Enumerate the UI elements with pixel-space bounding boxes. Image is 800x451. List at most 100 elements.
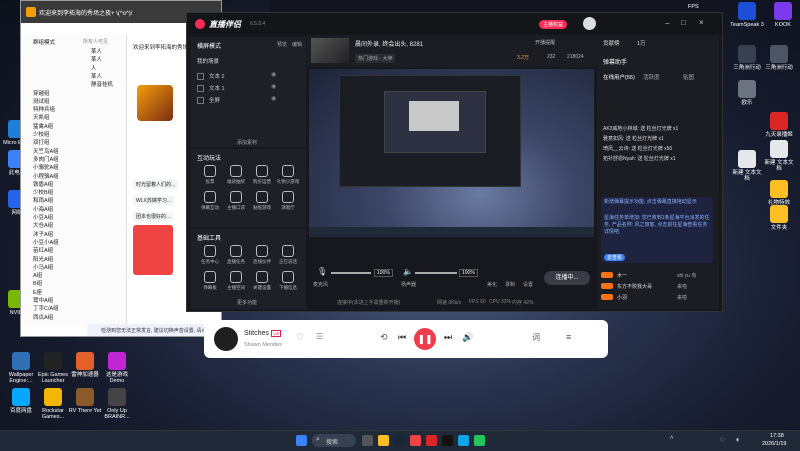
danmu-user-row[interactable]: 木一 shi yu 有	[601, 271, 713, 281]
microphone-icon[interactable]: 🎙	[317, 267, 327, 276]
speaker-icon[interactable]: 🔈	[403, 267, 413, 276]
scene-mode[interactable]: 横屏模式	[197, 41, 221, 50]
scene-item-checkbox[interactable]	[197, 97, 204, 104]
scene-item-checkbox[interactable]	[197, 85, 204, 92]
danmu-user-row[interactable]: 东方不败我大哥 来啦	[601, 282, 713, 292]
member-row[interactable]: 穿越组	[33, 89, 123, 97]
desktop-icon[interactable]: 三角洲行动	[762, 45, 796, 71]
tool-button[interactable]: 购买运营	[249, 163, 275, 187]
stream-preview[interactable]	[309, 69, 594, 237]
member-row[interactable]: 少校B组	[33, 188, 123, 196]
playlist-icon[interactable]: ≡	[566, 332, 571, 342]
scene-item-checkbox[interactable]	[197, 73, 204, 80]
avatar[interactable]	[583, 17, 596, 30]
member-row[interactable]: 测试组	[33, 97, 123, 105]
tool-button[interactable]: 投票	[197, 163, 223, 187]
record-button[interactable]: 录制	[505, 281, 515, 288]
tool-button[interactable]: 直播任务	[223, 243, 249, 267]
start-reminder[interactable]: 开播提醒	[535, 39, 555, 46]
desktop-icon[interactable]: TeamSpeak 3	[730, 2, 764, 28]
member-list[interactable]: 群组模式 所有人可见 某人 某人人某人 静音挂机 穿越组 测试组 特种兵组 天凯组 猛禽A组少…	[21, 35, 127, 325]
user-badge[interactable]: 主播权益	[539, 20, 568, 29]
member-list-mode[interactable]: 群组模式	[33, 38, 55, 46]
steam-icon[interactable]	[394, 435, 405, 446]
desktop-icon[interactable]: 百度网盘	[4, 388, 38, 414]
member-row[interactable]: 双打组	[33, 138, 123, 146]
member-row[interactable]: 沐子A组	[33, 230, 123, 238]
member-row[interactable]: 小海A组	[33, 205, 123, 213]
desktop-icon[interactable]: 礼物特效	[762, 180, 796, 206]
desktop-icon[interactable]: 文件夹	[762, 205, 796, 231]
member-row[interactable]: 特种兵组	[33, 105, 123, 113]
comment-icon[interactable]: ☰	[316, 332, 323, 341]
stream-tag[interactable]: 热门游戏 - 大神	[355, 54, 396, 63]
visibility-icon[interactable]: ◉	[271, 71, 276, 78]
scene-tab-edit[interactable]: 编辑	[292, 41, 302, 48]
scene-item[interactable]: 全屏 ◉	[195, 95, 291, 105]
go-live-button[interactable]: 连播中...	[544, 271, 590, 285]
maximize-icon[interactable]: □	[681, 18, 686, 27]
netease-music-icon[interactable]	[426, 435, 437, 446]
wechat-icon[interactable]	[474, 435, 485, 446]
scene-item[interactable]: 文本 2 ◉	[195, 71, 291, 81]
tool-button[interactable]: 关键设置	[249, 269, 275, 293]
member-row[interactable]: 和雨A组	[33, 196, 123, 204]
member-row[interactable]: 苗红A组	[33, 246, 123, 254]
speaker-volume-slider[interactable]	[415, 272, 457, 274]
member-row[interactable]: 鹭中A组	[33, 296, 123, 304]
settings-button[interactable]: 设置	[523, 281, 533, 288]
taskview-icon[interactable]	[362, 435, 373, 446]
like-icon[interactable]: ♡	[296, 332, 304, 343]
minimize-icon[interactable]: −	[665, 19, 670, 28]
desktop-icon[interactable]: 三角洲行动	[730, 45, 764, 71]
more-tools-button[interactable]: 更多功能	[237, 299, 257, 306]
next-icon[interactable]: ⏭	[444, 332, 452, 343]
qq-icon[interactable]	[458, 435, 469, 446]
member-row[interactable]: 小豆小A组	[33, 238, 123, 246]
danmu-user-row[interactable]: 小羽 来啦	[601, 293, 713, 303]
beauty-button[interactable]: 美化	[487, 281, 497, 288]
member-row[interactable]: A组	[33, 271, 123, 279]
desktop-icon[interactable]: Rockstar Games...	[36, 388, 70, 420]
visibility-icon[interactable]: ◉	[271, 95, 276, 102]
desktop-icon[interactable]: RV There Yet	[68, 388, 102, 414]
member-row[interactable]: 铁盾A组	[33, 180, 123, 188]
desktop-icon[interactable]: 新建 文本文档	[762, 140, 796, 172]
clock-time[interactable]: 17:38	[770, 433, 784, 439]
member-row[interactable]: 天凯组	[33, 113, 123, 121]
member-row[interactable]: 某人	[91, 55, 126, 63]
member-row[interactable]: 小豆A组	[33, 213, 123, 221]
tool-button[interactable]: 礼物小游戏	[275, 163, 301, 187]
tool-button[interactable]: 演唱厅	[275, 189, 301, 213]
tool-button[interactable]: 连线伙伴	[249, 243, 275, 267]
desktop-icon[interactable]: 九天录播姬	[762, 112, 796, 138]
tool-button[interactable]: 下播信息	[275, 269, 301, 293]
member-row[interactable]: 某人	[91, 47, 126, 55]
stream-title[interactable]: 晨间外录, 终会出头, 8281	[355, 39, 423, 48]
member-row[interactable]: 西瓜A组	[33, 313, 123, 321]
tool-button[interactable]: 贴纸游戏	[249, 189, 275, 213]
stream-cover[interactable]	[311, 38, 349, 63]
member-row[interactable]: 大仓A组	[33, 221, 123, 229]
tool-button[interactable]: 任务中心	[197, 243, 223, 267]
explorer-icon[interactable]	[378, 435, 389, 446]
pause-button[interactable]: ❚❚	[414, 328, 436, 350]
member-row[interactable]: 猛禽A组	[33, 122, 123, 130]
tray-volume-icon[interactable]: ◖	[735, 435, 740, 444]
desktop-icon[interactable]: 欧乐	[730, 80, 764, 106]
member-row[interactable]: 小骆驼A组	[33, 163, 123, 171]
danmu-tab[interactable]: 在线用户(55)	[603, 73, 635, 81]
member-row[interactable]: 某人	[91, 72, 126, 80]
member-row[interactable]: 静音挂机	[91, 80, 126, 88]
desktop-icon[interactable]: Only Up BRAINR...	[100, 388, 134, 420]
desktop-icon[interactable]: Wallpaper Engine:...	[4, 352, 38, 384]
visibility-icon[interactable]: ◉	[271, 83, 276, 90]
contribution-tab[interactable]: 贡献榜	[603, 39, 620, 47]
repeat-icon[interactable]: ⟲	[380, 332, 388, 343]
lyrics-icon[interactable]: 词	[532, 332, 540, 343]
scene-item[interactable]: 文本 1 ◉	[195, 83, 291, 93]
danmu-tab[interactable]: 贴图	[683, 73, 694, 81]
tool-button[interactable]: 正在说话	[275, 243, 301, 267]
member-row[interactable]: 天竺鸟A组	[33, 147, 123, 155]
member-row[interactable]: 多肉门A组	[33, 155, 123, 163]
